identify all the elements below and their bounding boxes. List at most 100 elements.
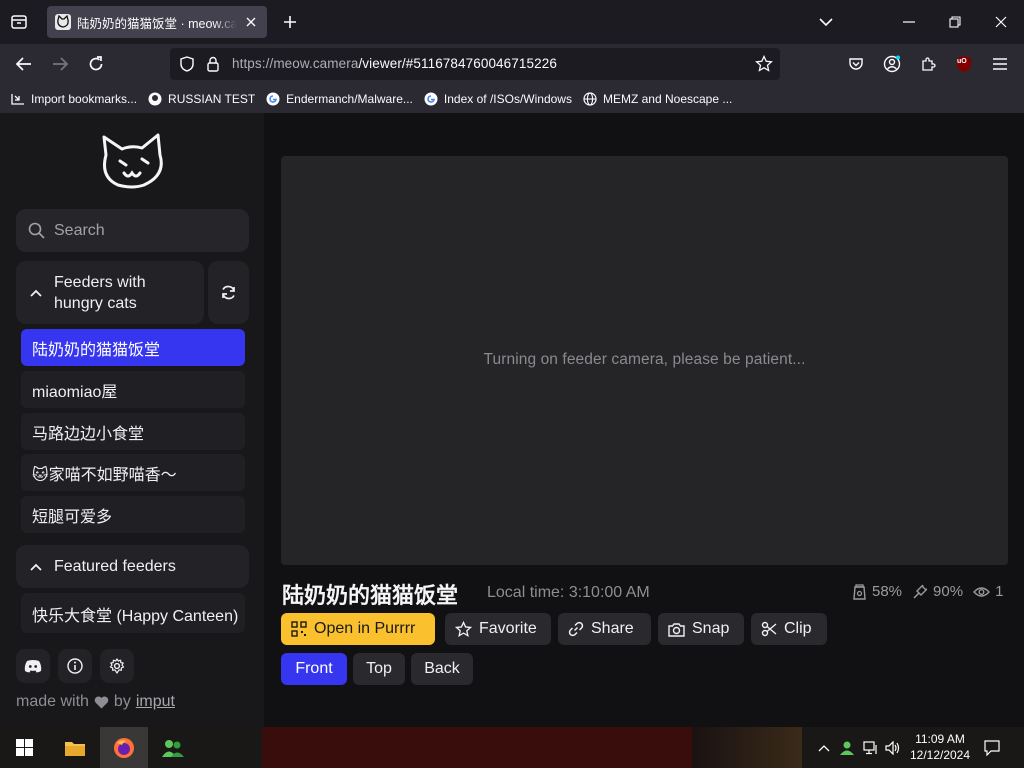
snap-button[interactable]: Snap bbox=[658, 613, 744, 645]
ublock-origin-icon[interactable]: uO bbox=[952, 52, 976, 76]
people-tray-icon[interactable] bbox=[838, 739, 856, 757]
extensions-puzzle-icon[interactable] bbox=[916, 52, 940, 76]
app-menu-hamburger-icon[interactable] bbox=[988, 52, 1012, 76]
meow-camera-logo[interactable] bbox=[98, 131, 168, 193]
bookmark-item[interactable]: MEMZ and Noescape ... bbox=[582, 91, 732, 107]
search-input[interactable]: Search bbox=[16, 209, 249, 252]
back-arrow-icon[interactable] bbox=[12, 52, 36, 76]
list-all-tabs-icon[interactable] bbox=[816, 12, 836, 32]
bookmark-item[interactable]: Endermanch/Malware... bbox=[265, 91, 413, 107]
camera-icon bbox=[668, 622, 685, 637]
refresh-icon bbox=[222, 285, 235, 300]
favorite-button[interactable]: Favorite bbox=[445, 613, 551, 645]
windows-start-icon[interactable] bbox=[0, 727, 48, 768]
minimize-window-icon[interactable] bbox=[886, 0, 932, 44]
viewers-count: 1 bbox=[995, 583, 1004, 600]
taskbar-date: 12/12/2024 bbox=[909, 748, 971, 762]
url-path: /viewer/#5116784760046715226 bbox=[358, 56, 557, 71]
restore-window-icon[interactable] bbox=[932, 0, 978, 44]
browser-nav-bar: https://meow.camera/viewer/#511678476004… bbox=[0, 44, 1024, 84]
bookmark-label: Index of /ISOs/Windows bbox=[443, 91, 572, 106]
open-in-purrrr-button[interactable]: Open in Purrrr bbox=[281, 613, 435, 645]
people-app-icon[interactable] bbox=[149, 727, 197, 768]
feeder-item[interactable]: miaomiao屋 bbox=[21, 371, 245, 408]
network-icon[interactable] bbox=[862, 739, 880, 757]
import-icon bbox=[10, 91, 26, 107]
info-icon[interactable] bbox=[58, 649, 92, 683]
tracking-shield-icon[interactable] bbox=[179, 56, 195, 72]
file-explorer-icon[interactable] bbox=[51, 727, 99, 768]
author-link[interactable]: imput bbox=[136, 693, 175, 711]
feeder-item[interactable]: 陆奶奶的猫猫饭堂 bbox=[21, 329, 245, 366]
taskbar-time: 11:09 AM bbox=[915, 732, 965, 746]
snap-label: Snap bbox=[692, 620, 730, 637]
url-text: https://meow.camera/viewer/#511678476004… bbox=[232, 56, 557, 71]
food-level-stat: 58% bbox=[852, 583, 902, 600]
bookmark-label: Endermanch/Malware... bbox=[286, 91, 413, 106]
viewers-stat: 1 bbox=[973, 583, 1003, 600]
lock-icon[interactable] bbox=[206, 56, 220, 72]
hungry-feeders-group-toggle[interactable]: Feeders with hungry cats bbox=[16, 261, 204, 324]
feeder-item[interactable]: 马路边边小食堂 bbox=[21, 413, 245, 450]
browser-tab-active[interactable]: 陆奶奶的猫猫饭堂 · meow.camera bbox=[47, 6, 267, 38]
camera-top-button[interactable]: Top bbox=[353, 653, 405, 685]
chevron-up-icon bbox=[30, 563, 42, 571]
show-hidden-icons-chevron-icon[interactable] bbox=[815, 739, 833, 757]
reload-icon[interactable] bbox=[84, 52, 108, 76]
forward-arrow-icon[interactable] bbox=[48, 52, 72, 76]
heart-icon bbox=[94, 696, 109, 708]
search-placeholder: Search bbox=[54, 221, 105, 239]
bookmark-item[interactable]: RUSSIAN TEST bbox=[147, 91, 255, 107]
new-tab-icon[interactable] bbox=[280, 12, 300, 32]
sidebar-footer-icons bbox=[16, 649, 134, 683]
pocket-icon[interactable] bbox=[844, 52, 868, 76]
firefox-taskbar-icon[interactable] bbox=[100, 727, 148, 768]
bookmark-label: Import bookmarks... bbox=[31, 91, 138, 106]
settings-gear-icon[interactable] bbox=[100, 649, 134, 683]
by-text: by bbox=[113, 693, 131, 710]
github-icon bbox=[147, 91, 163, 107]
feeder-item[interactable]: 短腿可爱多 bbox=[21, 496, 245, 533]
search-icon bbox=[28, 222, 45, 239]
feeder-stats: 58% 90% 1 bbox=[852, 583, 1009, 600]
eye-icon bbox=[973, 586, 991, 597]
google-icon bbox=[265, 91, 281, 107]
clip-label: Clip bbox=[784, 620, 812, 637]
feeder-item[interactable]: 快乐大食堂 (Happy Canteen) bbox=[21, 593, 245, 633]
volume-speaker-icon[interactable] bbox=[884, 739, 902, 757]
taskbar-background-preview bbox=[692, 727, 802, 768]
camera-front-button[interactable]: Front bbox=[281, 653, 347, 685]
address-bar[interactable]: https://meow.camera/viewer/#511678476004… bbox=[170, 48, 780, 80]
link-icon bbox=[568, 621, 584, 637]
account-icon[interactable] bbox=[880, 52, 904, 76]
page-content: Search Feeders with hungry cats 陆奶奶的猫猫饭堂… bbox=[0, 113, 1024, 727]
url-host: https://meow.camera bbox=[232, 56, 359, 71]
open-in-purrrr-label: Open in Purrrr bbox=[314, 620, 416, 637]
chevron-up-icon bbox=[30, 289, 42, 297]
hungry-feeders-group-label: Feeders with hungry cats bbox=[54, 273, 146, 312]
browser-tab-bar: 陆奶奶的猫猫饭堂 · meow.camera bbox=[0, 0, 1024, 44]
discord-icon[interactable] bbox=[16, 649, 50, 683]
bookmark-item[interactable]: Import bookmarks... bbox=[10, 91, 137, 107]
local-time: Local time: 3:10:00 AM bbox=[487, 584, 650, 601]
taskbar-clock[interactable]: 11:09 AM 12/12/2024 bbox=[906, 731, 974, 763]
bookmark-item[interactable]: Index of /ISOs/Windows bbox=[423, 91, 572, 107]
google-icon bbox=[423, 91, 439, 107]
camera-viewer[interactable]: Turning on feeder camera, please be pati… bbox=[281, 156, 1008, 565]
tab-overview-icon[interactable] bbox=[0, 0, 38, 44]
close-window-icon[interactable] bbox=[978, 0, 1024, 44]
bookmark-star-icon[interactable] bbox=[755, 55, 773, 73]
share-button[interactable]: Share bbox=[558, 613, 651, 645]
feeder-item[interactable]: 🐱家喵不如野喵香～ bbox=[21, 454, 245, 491]
refresh-button[interactable] bbox=[208, 261, 249, 324]
viewer-status-message: Turning on feeder camera, please be pati… bbox=[483, 351, 806, 368]
notifications-icon[interactable] bbox=[983, 739, 1001, 757]
favorite-label: Favorite bbox=[479, 620, 537, 637]
featured-feeders-group-toggle[interactable]: Featured feeders bbox=[16, 545, 249, 588]
ublock-badge: uO bbox=[957, 58, 967, 65]
camera-back-button[interactable]: Back bbox=[411, 653, 473, 685]
clip-button[interactable]: Clip bbox=[751, 613, 827, 645]
featured-feeders-list: 快乐大食堂 (Happy Canteen) bbox=[0, 593, 264, 633]
close-tab-icon[interactable] bbox=[243, 14, 259, 30]
bookmark-label: RUSSIAN TEST bbox=[168, 91, 256, 106]
